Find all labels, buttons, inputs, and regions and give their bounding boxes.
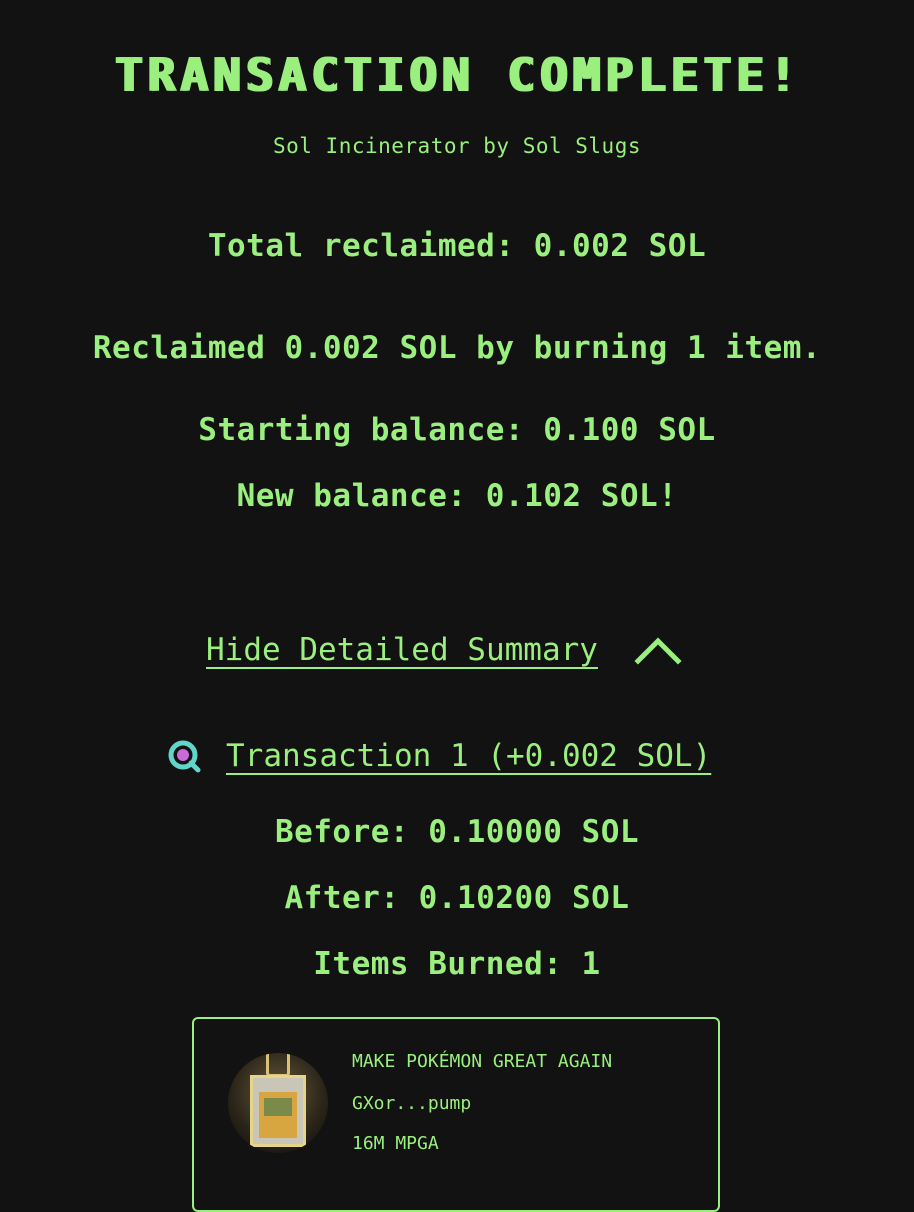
page-subtitle: Sol Incinerator by Sol Slugs <box>272 134 641 158</box>
toggle-label[interactable]: Hide Detailed Summary <box>206 632 598 668</box>
tx-after-balance: After: 0.10200 SOL <box>284 880 630 916</box>
hide-detailed-summary-toggle[interactable]: Hide Detailed Summary <box>206 632 682 668</box>
chevron-up-icon[interactable] <box>634 635 682 665</box>
token-avatar <box>228 1053 328 1153</box>
new-balance: New balance: 0.102 SOL! <box>236 478 678 514</box>
page-title: TRANSACTION COMPLETE! <box>113 48 801 102</box>
reclaimed-detail: Reclaimed 0.002 SOL by burning 1 item. <box>92 330 822 366</box>
explorer-icon[interactable] <box>166 738 202 774</box>
item-mint-address: GXor...pump <box>352 1093 472 1114</box>
item-name: MAKE POKÉMON GREAT AGAIN <box>352 1051 613 1072</box>
starting-balance: Starting balance: 0.100 SOL <box>198 412 716 448</box>
total-reclaimed: Total reclaimed: 0.002 SOL <box>207 228 707 264</box>
item-amount: 16M MPGA <box>352 1133 439 1154</box>
burned-item-card: MAKE POKÉMON GREAT AGAIN GXor...pump 16M… <box>192 1017 720 1212</box>
transaction-row: Transaction 1 (+0.002 SOL) <box>166 738 711 774</box>
tx-items-burned: Items Burned: 1 <box>313 946 601 982</box>
transaction-link[interactable]: Transaction 1 (+0.002 SOL) <box>226 738 711 774</box>
tx-before-balance: Before: 0.10000 SOL <box>274 814 640 850</box>
